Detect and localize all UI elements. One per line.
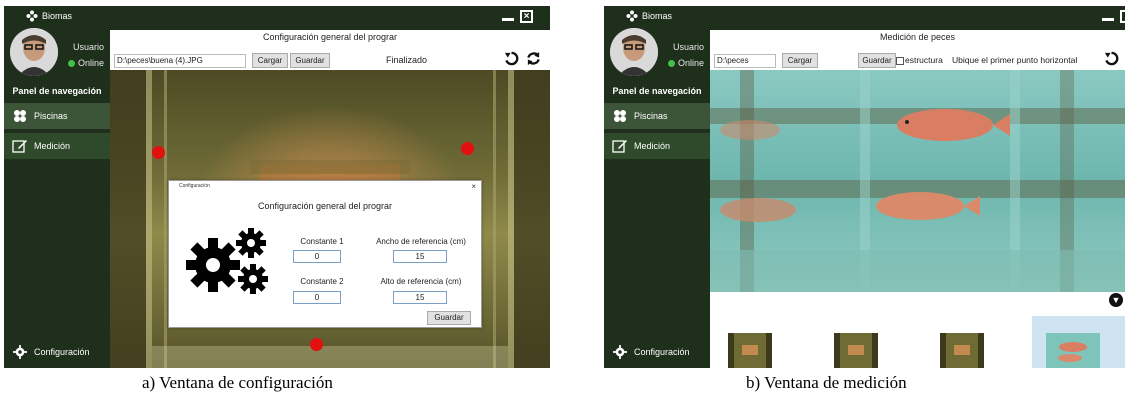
sidebar: Biomas Usuario Online Panel de navegació… — [604, 6, 710, 368]
main-content: Medición de peces D:\peces Cargar Guarda… — [710, 30, 1125, 368]
constant1-label: Constante 1 — [300, 237, 344, 246]
sidebar-item-piscinas[interactable]: Piscinas — [604, 103, 710, 129]
sidebar-item-label: Piscinas — [34, 111, 68, 121]
dialog-save-button[interactable]: Guardar — [427, 311, 471, 325]
undo-icon[interactable] — [504, 51, 519, 66]
user-name: Usuario — [72, 42, 104, 52]
sidebar-item-label: Medición — [634, 141, 671, 151]
load-button[interactable]: Cargar — [252, 53, 288, 68]
gears-icon — [186, 228, 268, 294]
constant1-input[interactable]: 0 — [293, 250, 341, 263]
sidebar-item-medicion[interactable]: Medición — [4, 133, 110, 159]
sidebar-item-configuracion[interactable]: Configuración — [604, 339, 710, 365]
thumbnail-selected[interactable] — [1046, 333, 1100, 368]
sidebar-item-label: Piscinas — [634, 111, 668, 121]
user-status-label: Online — [677, 58, 704, 68]
reference-width-input[interactable]: 15 — [393, 250, 447, 263]
close-icon[interactable]: × — [520, 10, 533, 23]
title-bar: × — [110, 6, 550, 30]
sidebar-item-configuracion[interactable]: Configuración — [4, 339, 110, 365]
undo-icon[interactable] — [1104, 51, 1119, 66]
fish-photo — [710, 70, 1125, 292]
page-title: Medición de peces — [879, 32, 956, 42]
thumbnail-strip — [710, 316, 1125, 368]
avatar — [610, 28, 658, 76]
sidebar-item-label: Medición — [34, 141, 71, 151]
file-path-input[interactable]: D:\peces — [714, 54, 776, 68]
user-status-label: Online — [77, 58, 104, 68]
measurement-window: Biomas Usuario Online Panel de navegació… — [604, 6, 1125, 368]
dialog-heading: Configuración general del prograr — [257, 201, 393, 211]
edit-icon — [12, 140, 27, 153]
close-icon[interactable] — [1120, 10, 1125, 23]
structure-checkbox[interactable]: estructura — [896, 55, 943, 65]
user-status: Online — [667, 58, 704, 68]
user-name: Usuario — [672, 42, 704, 52]
thumbnail[interactable] — [940, 333, 984, 368]
sidebar-item-label: Configuración — [634, 347, 690, 357]
thumbnail[interactable] — [834, 333, 878, 368]
online-dot-icon — [67, 59, 75, 67]
online-dot-icon — [667, 59, 675, 67]
sidebar-item-label: Configuración — [34, 347, 90, 357]
thumbnail[interactable] — [728, 333, 772, 368]
instruction-text: Ubique el primer punto horizontal — [952, 55, 1078, 65]
reference-width-label: Ancho de referencia (cm) — [376, 237, 466, 246]
pools-icon — [14, 110, 26, 122]
caption-b: b) Ventana de medición — [746, 373, 907, 392]
load-button[interactable]: Cargar — [782, 53, 818, 68]
nav-title: Panel de navegación — [12, 86, 102, 96]
status-text: Finalizado — [386, 55, 428, 65]
minimize-icon[interactable] — [1102, 18, 1114, 21]
brand: Biomas — [26, 10, 72, 22]
refresh-icon[interactable] — [526, 51, 541, 66]
brand-label: Biomas — [42, 11, 73, 21]
save-button[interactable]: Guardar — [858, 53, 896, 68]
reference-marker[interactable] — [461, 142, 474, 155]
molecule-icon — [626, 10, 638, 22]
constant2-label: Constante 2 — [300, 277, 344, 286]
structure-label: estructura — [905, 55, 943, 65]
dialog-close-icon[interactable]: × — [471, 182, 476, 191]
reference-marker[interactable] — [152, 146, 165, 159]
config-dialog: Configuración × Configuración general de… — [168, 180, 482, 328]
reference-height-input[interactable]: 15 — [393, 291, 447, 304]
user-status: Online — [67, 58, 104, 68]
constant2-input[interactable]: 0 — [293, 291, 341, 304]
title-bar — [710, 6, 1125, 30]
sidebar-item-medicion[interactable]: Medición — [604, 133, 710, 159]
pools-icon — [614, 110, 626, 122]
sidebar: Biomas Usuario Online Panel de navegació… — [4, 6, 110, 368]
edit-icon — [612, 140, 627, 153]
minimize-icon[interactable] — [502, 18, 514, 21]
chevron-down-icon[interactable]: ▼ — [1109, 293, 1123, 307]
reference-height-label: Alto de referencia (cm) — [380, 277, 462, 286]
caption-a: a) Ventana de configuración — [142, 373, 333, 392]
avatar — [10, 28, 58, 76]
configuration-window: Biomas Usuario Online Panel de navegació… — [4, 6, 550, 368]
brand: Biomas — [626, 10, 672, 22]
brand-label: Biomas — [642, 11, 673, 21]
page-title: Configuración general del prograr — [262, 32, 398, 42]
molecule-icon — [26, 10, 38, 22]
file-path-input[interactable]: D:\peces\buena (4).JPG — [114, 54, 246, 68]
reference-marker[interactable] — [310, 338, 323, 351]
gear-icon — [13, 345, 27, 359]
dialog-title: Configuración — [179, 183, 210, 189]
nav-title: Panel de navegación — [612, 86, 702, 96]
save-button[interactable]: Guardar — [290, 53, 330, 68]
sidebar-item-piscinas[interactable]: Piscinas — [4, 103, 110, 129]
fish-image[interactable] — [710, 70, 1125, 292]
checkbox-icon[interactable] — [896, 56, 904, 65]
gear-icon — [613, 345, 627, 359]
